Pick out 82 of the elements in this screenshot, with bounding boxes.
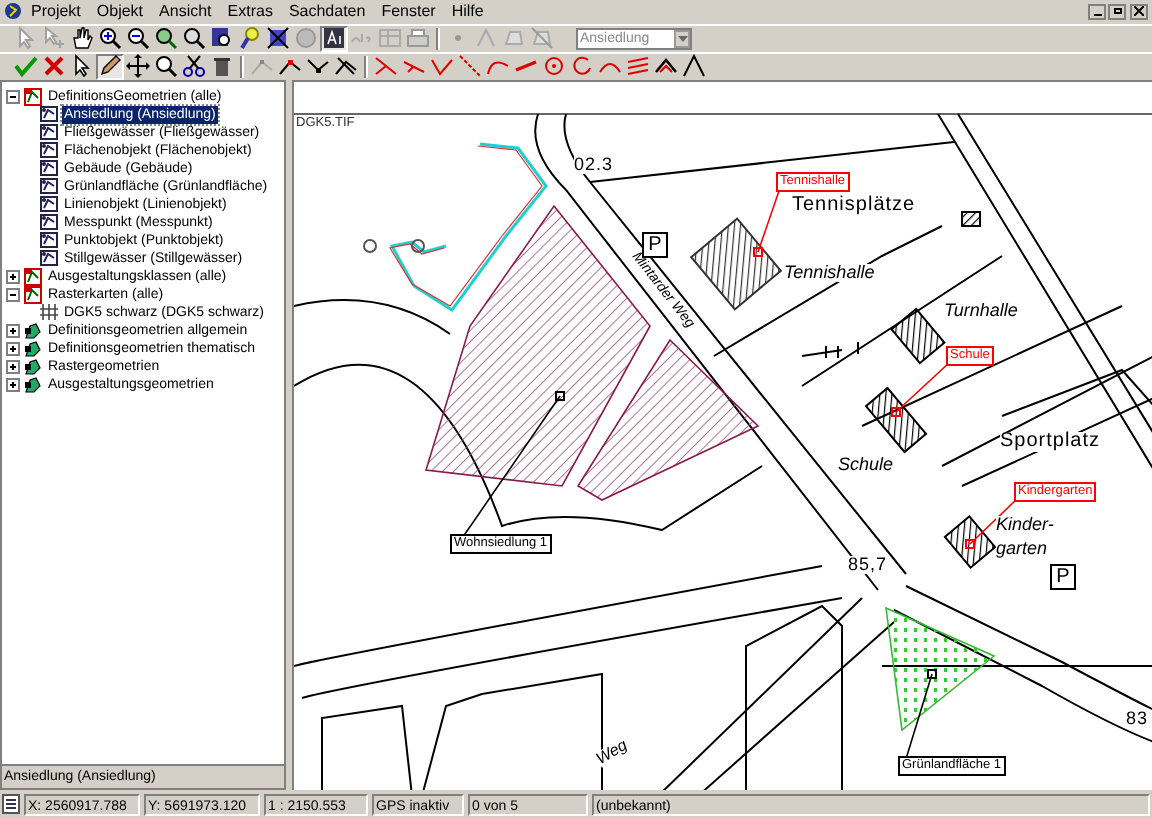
layers-icon (24, 357, 42, 376)
parking-sign: P (1050, 563, 1076, 590)
zoom-out-icon[interactable] (126, 26, 150, 51)
menu-item[interactable]: Fenster (374, 1, 443, 22)
expander-toggle[interactable] (6, 341, 20, 356)
expander-toggle[interactable] (6, 359, 20, 374)
zoom-previous-icon[interactable] (182, 26, 206, 51)
close-button[interactable] (1130, 3, 1148, 20)
menu-item[interactable]: Objekt (89, 1, 151, 22)
delete-node-icon[interactable] (334, 54, 358, 79)
zoom-in-icon[interactable] (98, 26, 122, 51)
hatched-area[interactable] (576, 338, 760, 501)
dotted-area[interactable] (885, 606, 996, 732)
map-label: Sportplatz (1000, 431, 1101, 452)
zoom-layer-icon[interactable] (210, 26, 234, 51)
restore-button[interactable] (1108, 3, 1126, 20)
expander-toggle[interactable] (6, 323, 20, 338)
grid-icon (40, 304, 58, 321)
move-node-icon[interactable] (306, 54, 330, 79)
map-label: 85,7 (848, 555, 888, 574)
magnifier-icon[interactable] (154, 54, 178, 79)
menu-item[interactable]: Ansicht (152, 1, 219, 22)
split-line-icon[interactable] (374, 54, 398, 79)
expander-toggle[interactable] (6, 287, 20, 302)
hand-icon[interactable] (70, 26, 94, 51)
layer-icon (40, 106, 58, 123)
digitized-outline[interactable] (363, 142, 548, 312)
map-label: 83 (1126, 709, 1149, 728)
layer-group-icon (24, 267, 42, 286)
map-label: garten (996, 539, 1048, 558)
trash-icon[interactable] (210, 54, 234, 79)
app-logo-icon[interactable] (4, 2, 22, 21)
layer-icon (40, 142, 58, 159)
circle-icon[interactable] (542, 54, 566, 79)
add-node-icon[interactable] (278, 54, 302, 79)
layer-icon (40, 250, 58, 267)
move-icon[interactable] (126, 54, 150, 79)
node-tool-icon[interactable] (250, 54, 274, 79)
angle-line-icon[interactable] (430, 54, 454, 79)
menu-item[interactable]: Hilfe (444, 1, 491, 22)
map-label: Kinder- (996, 515, 1054, 534)
layer-group-icon (24, 87, 42, 106)
menu-item[interactable]: Sachdaten (281, 1, 373, 22)
scissors-icon[interactable] (182, 54, 206, 79)
map-label: Schule (838, 455, 894, 474)
map-label: Weg (594, 737, 631, 768)
map-label: Tennisplätze (792, 195, 916, 216)
expander-toggle[interactable] (6, 377, 20, 392)
rotate-icon[interactable] (570, 54, 594, 79)
layer-icon (40, 178, 58, 195)
printer-icon[interactable] (406, 26, 430, 51)
caret-icon (677, 35, 687, 42)
leader-line (753, 187, 781, 257)
zoom-extent-icon[interactable] (154, 26, 178, 51)
layer-group-icon (24, 285, 42, 304)
check-icon[interactable] (14, 54, 38, 79)
layer-icon (40, 214, 58, 231)
layer-icon (40, 232, 58, 249)
layer-icon (40, 196, 58, 213)
layer-icon (40, 124, 58, 141)
pointer-icon[interactable] (70, 54, 94, 79)
menu-item[interactable]: Projekt (24, 1, 88, 22)
dashed-line-icon[interactable] (458, 54, 482, 79)
leader-line (891, 361, 951, 417)
layers-icon (24, 339, 42, 358)
minimize-button[interactable] (1088, 3, 1106, 20)
document-icon[interactable] (2, 794, 20, 815)
crossed-layer-icon[interactable] (266, 26, 290, 51)
layers-icon (24, 321, 42, 340)
map-label: 02.3 (574, 155, 614, 174)
close-icon[interactable] (42, 54, 66, 79)
layers-icon (24, 375, 42, 394)
expander-toggle[interactable] (6, 269, 20, 284)
map-label: Tennishalle (784, 263, 875, 282)
expander-toggle[interactable] (6, 89, 20, 104)
parking-sign: P (642, 231, 668, 258)
menu-item[interactable]: Extras (220, 1, 280, 22)
building (961, 210, 981, 227)
line-node-icon[interactable] (474, 26, 498, 51)
map-label: Turnhalle (944, 301, 1018, 320)
peak-icon[interactable] (682, 54, 706, 79)
layer-icon (40, 160, 58, 177)
